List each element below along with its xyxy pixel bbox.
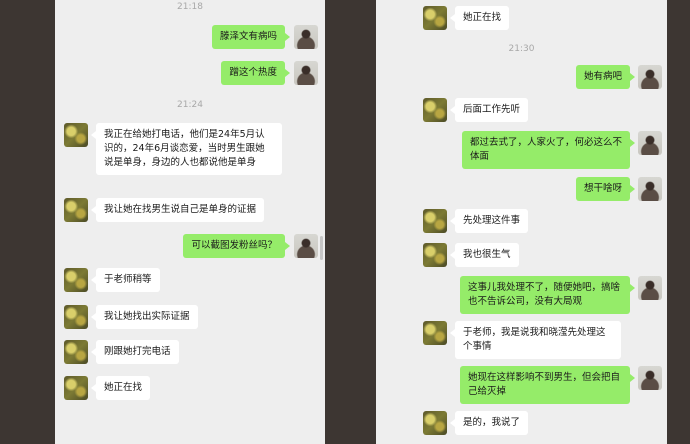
message-bubble-self[interactable]: 想干啥呀 [575, 177, 636, 201]
message-bubble-friend[interactable]: 我也很生气 [450, 243, 519, 267]
friend-avatar[interactable] [423, 209, 447, 233]
message-bubble-friend[interactable]: 是的，我说了 [449, 411, 529, 435]
friend-avatar[interactable] [423, 243, 447, 267]
message-bubble-self[interactable]: 可以截图发粉丝吗？ [183, 234, 290, 258]
message-bubble-self[interactable]: 她有病吧 [575, 65, 636, 89]
friend-avatar[interactable] [64, 305, 88, 329]
self-avatar[interactable] [294, 61, 318, 85]
self-avatar[interactable] [638, 276, 662, 300]
message-bubble-self[interactable]: 都过去式了，人家火了，何必这么不体面 [462, 131, 635, 169]
message-bubble-friend[interactable]: 我让她在找男生说自己是单身的证据 [90, 198, 265, 222]
message-bubble-friend[interactable]: 她正在找 [90, 376, 151, 400]
scrollbar[interactable] [320, 236, 323, 260]
message-bubble-friend[interactable]: 于老师，我是说我和晓滢先处理这个事情 [450, 321, 621, 359]
friend-avatar[interactable] [423, 411, 447, 435]
self-avatar[interactable] [638, 177, 662, 201]
message-bubble-friend[interactable]: 刚跟她打完电话 [91, 340, 179, 364]
timestamp: 21:30 [508, 44, 535, 54]
left-chat-screenshot: 21:18 滕泽文有病吗 蹭这个热度 21:24 我正在给她打电话，他们是24年… [55, 0, 325, 444]
message-bubble-friend[interactable]: 我正在给她打电话，他们是24年5月认识的，24年6月谈恋爱，当时男生跟她说是单身… [91, 123, 282, 175]
message-bubble-friend[interactable]: 先处理这件事 [449, 209, 529, 233]
friend-avatar[interactable] [423, 321, 447, 345]
message-bubble-self[interactable]: 蹭这个热度 [221, 61, 290, 85]
self-avatar[interactable] [638, 131, 662, 155]
message-bubble-self[interactable]: 滕泽文有病吗 [211, 25, 291, 49]
friend-avatar[interactable] [64, 123, 88, 147]
self-avatar[interactable] [638, 65, 662, 89]
timestamp: 21:18 [177, 2, 203, 12]
message-bubble-friend[interactable]: 她正在找 [449, 6, 510, 30]
friend-avatar[interactable] [64, 376, 88, 400]
message-bubble-friend[interactable]: 后面工作先听 [449, 98, 529, 122]
friend-avatar[interactable] [423, 98, 447, 122]
friend-avatar[interactable] [64, 198, 88, 222]
message-bubble-friend[interactable]: 我让她找出实际证据 [91, 305, 198, 329]
message-bubble-self[interactable]: 这事儿我处理不了，随便她吧，搞啥也不告诉公司，没有大局观 [460, 276, 635, 314]
message-bubble-friend[interactable]: 于老师稍等 [91, 268, 160, 292]
friend-avatar[interactable] [64, 268, 88, 292]
self-avatar[interactable] [294, 234, 318, 258]
friend-avatar[interactable] [64, 340, 88, 364]
right-chat-screenshot: 她正在找 21:30 她有病吧 后面工作先听 都过去式了，人家火了，何必这么不体… [376, 0, 667, 444]
timestamp: 21:24 [177, 100, 203, 110]
self-avatar[interactable] [638, 366, 662, 390]
self-avatar[interactable] [294, 25, 318, 49]
friend-avatar[interactable] [423, 6, 447, 30]
message-bubble-self[interactable]: 她现在这样影响不到男生，但会把自己给灭掉 [460, 366, 635, 404]
